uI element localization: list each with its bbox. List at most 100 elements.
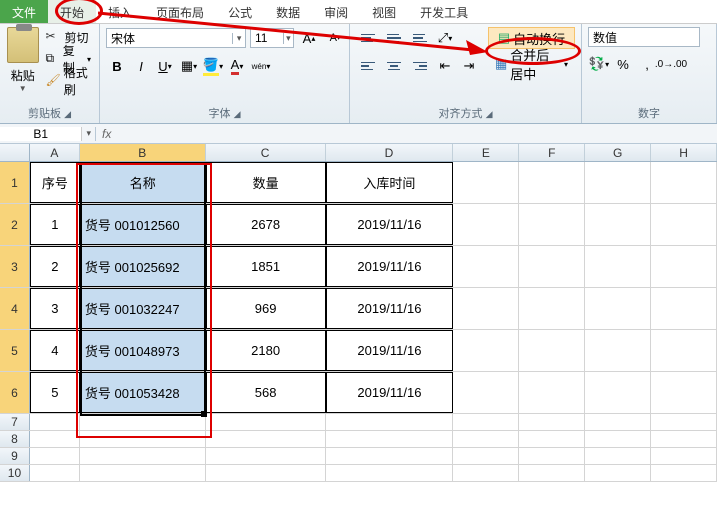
cell[interactable]	[519, 448, 585, 464]
cell[interactable]	[651, 372, 717, 413]
cell[interactable]: 货号 001025692	[80, 246, 206, 287]
cell[interactable]	[651, 204, 717, 245]
spreadsheet-grid[interactable]: A B C D E F G H 1序号名称数量入库时间21货号 00101256…	[0, 144, 717, 482]
cell[interactable]	[585, 330, 651, 371]
cell[interactable]	[453, 204, 519, 245]
decrease-indent-button[interactable]: ⇤	[434, 55, 456, 77]
cell[interactable]: 数量	[206, 162, 326, 203]
cell[interactable]: 货号 001048973	[80, 330, 206, 371]
cell[interactable]	[651, 414, 717, 430]
cell[interactable]: 货号 001012560	[80, 204, 206, 245]
tab-insert[interactable]: 插入	[96, 0, 144, 23]
cell[interactable]: 2180	[206, 330, 326, 371]
number-format-combo[interactable]	[588, 27, 700, 47]
cell[interactable]	[519, 465, 585, 481]
row-header[interactable]: 5	[0, 330, 30, 371]
cell[interactable]	[519, 330, 585, 371]
cell[interactable]	[519, 372, 585, 413]
cell[interactable]: 入库时间	[326, 162, 454, 203]
grow-font-button[interactable]: A▴	[298, 27, 320, 49]
font-name-combo[interactable]: ▾	[106, 28, 246, 48]
col-header-B[interactable]: B	[80, 144, 206, 161]
align-right-button[interactable]	[408, 55, 432, 77]
cell[interactable]	[206, 414, 326, 430]
tab-home[interactable]: 开始	[48, 0, 96, 23]
cell[interactable]	[80, 414, 206, 430]
border-button[interactable]: ▦▾	[178, 55, 200, 77]
fill-color-button[interactable]: 🪣▾	[202, 55, 224, 77]
cell[interactable]	[519, 204, 585, 245]
cell[interactable]	[206, 448, 326, 464]
cell[interactable]: 2	[30, 246, 80, 287]
cell[interactable]	[651, 448, 717, 464]
font-color-button[interactable]: A▾	[226, 55, 248, 77]
cell[interactable]: 2019/11/16	[326, 330, 454, 371]
name-box-input[interactable]	[0, 127, 81, 141]
row-header[interactable]: 9	[0, 448, 30, 464]
cell[interactable]: 2019/11/16	[326, 246, 454, 287]
cell[interactable]: 3	[30, 288, 80, 329]
align-left-button[interactable]	[356, 55, 380, 77]
cell[interactable]	[80, 448, 206, 464]
col-header-H[interactable]: H	[651, 144, 717, 161]
cell[interactable]: 5	[30, 372, 80, 413]
chevron-down-icon[interactable]: ▾	[283, 33, 293, 44]
cell[interactable]	[326, 448, 454, 464]
cell[interactable]: 序号	[30, 162, 80, 203]
align-bottom-button[interactable]	[408, 27, 432, 49]
cell[interactable]	[80, 465, 206, 481]
cell[interactable]	[453, 246, 519, 287]
cell[interactable]	[651, 431, 717, 447]
row-header[interactable]: 3	[0, 246, 30, 287]
bold-button[interactable]: B	[106, 55, 128, 77]
cell[interactable]	[453, 465, 519, 481]
cell[interactable]	[651, 246, 717, 287]
cell[interactable]	[206, 431, 326, 447]
row-header[interactable]: 2	[0, 204, 30, 245]
cell[interactable]	[585, 288, 651, 329]
cell[interactable]	[326, 414, 454, 430]
cell[interactable]: 969	[206, 288, 326, 329]
cell[interactable]	[585, 246, 651, 287]
font-size-input[interactable]	[251, 31, 283, 45]
cell[interactable]	[326, 431, 454, 447]
cell[interactable]	[453, 431, 519, 447]
cell[interactable]	[206, 465, 326, 481]
tab-review[interactable]: 审阅	[312, 0, 360, 23]
cell[interactable]	[651, 162, 717, 203]
cell[interactable]: 2019/11/16	[326, 288, 454, 329]
cell[interactable]: 货号 001053428	[80, 372, 206, 413]
cell[interactable]	[585, 162, 651, 203]
tab-view[interactable]: 视图	[360, 0, 408, 23]
col-header-E[interactable]: E	[453, 144, 519, 161]
cell[interactable]: 1	[30, 204, 80, 245]
paste-button[interactable]: 粘贴 ▼	[6, 27, 40, 93]
cell[interactable]	[30, 448, 80, 464]
row-header[interactable]: 1	[0, 162, 30, 203]
cell[interactable]	[651, 288, 717, 329]
tab-data[interactable]: 数据	[264, 0, 312, 23]
cell[interactable]	[80, 431, 206, 447]
cell[interactable]: 568	[206, 372, 326, 413]
tab-layout[interactable]: 页面布局	[144, 0, 216, 23]
align-middle-button[interactable]	[382, 27, 406, 49]
percent-button[interactable]: %	[612, 53, 634, 75]
cell[interactable]: 2019/11/16	[326, 372, 454, 413]
font-size-combo[interactable]: ▾	[250, 28, 294, 48]
cell[interactable]	[30, 465, 80, 481]
cell[interactable]	[585, 204, 651, 245]
align-top-button[interactable]	[356, 27, 380, 49]
cell[interactable]	[585, 414, 651, 430]
increase-indent-button[interactable]: ⇥	[458, 55, 480, 77]
currency-button[interactable]: 💱▾	[588, 53, 610, 75]
cell[interactable]	[30, 431, 80, 447]
cell[interactable]: 2678	[206, 204, 326, 245]
cell[interactable]	[453, 162, 519, 203]
cell[interactable]	[326, 465, 454, 481]
col-header-A[interactable]: A	[30, 144, 80, 161]
tab-dev[interactable]: 开发工具	[408, 0, 480, 23]
chevron-down-icon[interactable]: ▾	[232, 33, 245, 44]
cell[interactable]: 1851	[206, 246, 326, 287]
cell[interactable]: 4	[30, 330, 80, 371]
select-all-corner[interactable]	[0, 144, 30, 161]
